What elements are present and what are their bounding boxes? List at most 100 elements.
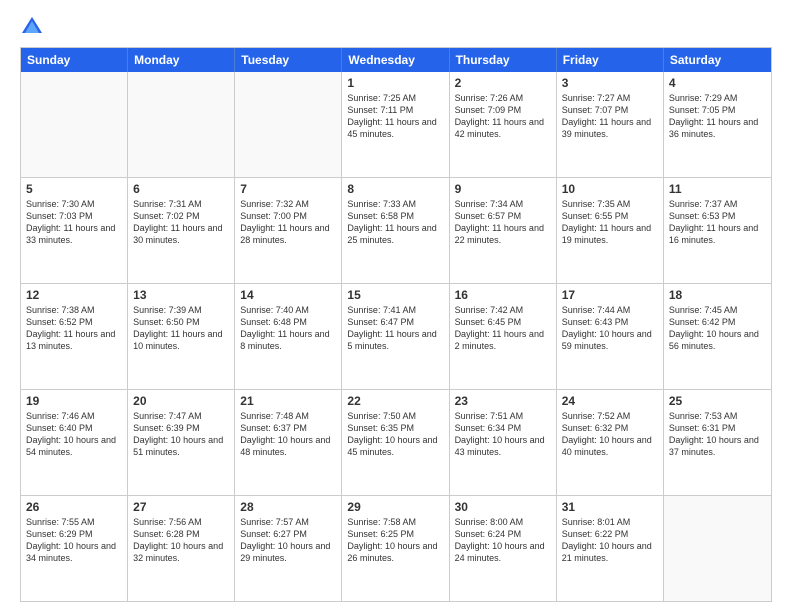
header-day-friday: Friday [557, 48, 664, 72]
header-day-thursday: Thursday [450, 48, 557, 72]
week-row-4: 19Sunrise: 7:46 AMSunset: 6:40 PMDayligh… [21, 389, 771, 495]
header-day-wednesday: Wednesday [342, 48, 449, 72]
day-number: 26 [26, 500, 122, 514]
day-cell-15: 15 Sunrise: 7:41 AMSunset: 6:47 PMDayligh… [342, 284, 449, 389]
day-info: Sunrise: 7:47 AMSunset: 6:39 PMDaylight:… [133, 410, 229, 459]
day-number: 16 [455, 288, 551, 302]
header-day-tuesday: Tuesday [235, 48, 342, 72]
day-number: 21 [240, 394, 336, 408]
calendar-header: SundayMondayTuesdayWednesdayThursdayFrid… [21, 48, 771, 72]
day-info: Sunrise: 7:25 AMSunset: 7:11 PMDaylight:… [347, 92, 443, 141]
day-cell-19: 19Sunrise: 7:46 AMSunset: 6:40 PMDayligh… [21, 390, 128, 495]
day-info: Sunrise: 7:37 AMSunset: 6:53 PMDaylight:… [669, 198, 766, 247]
day-cell-22: 22 Sunrise: 7:50 AMSunset: 6:35 PMDayligh… [342, 390, 449, 495]
header-day-saturday: Saturday [664, 48, 771, 72]
week-row-5: 26Sunrise: 7:55 AMSunset: 6:29 PMDayligh… [21, 495, 771, 601]
calendar-body: 1 Sunrise: 7:25 AMSunset: 7:11 PMDaylight… [21, 72, 771, 601]
day-info: Sunrise: 7:41 AMSunset: 6:47 PMDaylight:… [347, 304, 443, 353]
day-cell-20: 20 Sunrise: 7:47 AMSunset: 6:39 PMDayligh… [128, 390, 235, 495]
day-number: 27 [133, 500, 229, 514]
day-info: Sunrise: 7:45 AMSunset: 6:42 PMDaylight:… [669, 304, 766, 353]
day-number: 18 [669, 288, 766, 302]
day-cell-21: 21 Sunrise: 7:48 AMSunset: 6:37 PMDayligh… [235, 390, 342, 495]
logo-icon [20, 15, 44, 39]
day-cell-16: 16 Sunrise: 7:42 AMSunset: 6:45 PMDayligh… [450, 284, 557, 389]
empty-cell-0-0 [21, 72, 128, 177]
day-info: Sunrise: 7:34 AMSunset: 6:57 PMDaylight:… [455, 198, 551, 247]
header-day-monday: Monday [128, 48, 235, 72]
day-cell-3: 3 Sunrise: 7:27 AMSunset: 7:07 PMDaylight… [557, 72, 664, 177]
day-cell-2: 2 Sunrise: 7:26 AMSunset: 7:09 PMDaylight… [450, 72, 557, 177]
day-cell-1: 1 Sunrise: 7:25 AMSunset: 7:11 PMDaylight… [342, 72, 449, 177]
day-cell-25: 25 Sunrise: 7:53 AMSunset: 6:31 PMDayligh… [664, 390, 771, 495]
day-info: Sunrise: 7:44 AMSunset: 6:43 PMDaylight:… [562, 304, 658, 353]
day-number: 10 [562, 182, 658, 196]
empty-cell-0-1 [128, 72, 235, 177]
day-number: 3 [562, 76, 658, 90]
page: SundayMondayTuesdayWednesdayThursdayFrid… [0, 0, 792, 612]
day-info: Sunrise: 7:50 AMSunset: 6:35 PMDaylight:… [347, 410, 443, 459]
week-row-3: 12Sunrise: 7:38 AMSunset: 6:52 PMDayligh… [21, 283, 771, 389]
day-cell-13: 13 Sunrise: 7:39 AMSunset: 6:50 PMDayligh… [128, 284, 235, 389]
day-cell-9: 9 Sunrise: 7:34 AMSunset: 6:57 PMDaylight… [450, 178, 557, 283]
day-info: Sunrise: 7:51 AMSunset: 6:34 PMDaylight:… [455, 410, 551, 459]
day-number: 6 [133, 182, 229, 196]
day-info: Sunrise: 7:53 AMSunset: 6:31 PMDaylight:… [669, 410, 766, 459]
day-number: 2 [455, 76, 551, 90]
day-info: Sunrise: 7:29 AMSunset: 7:05 PMDaylight:… [669, 92, 766, 141]
empty-cell-4-6 [664, 496, 771, 601]
day-number: 20 [133, 394, 229, 408]
day-number: 4 [669, 76, 766, 90]
header [20, 15, 772, 39]
day-info: Sunrise: 7:26 AMSunset: 7:09 PMDaylight:… [455, 92, 551, 141]
day-info: Sunrise: 7:57 AMSunset: 6:27 PMDaylight:… [240, 516, 336, 565]
day-cell-27: 27Sunrise: 7:56 AMSunset: 6:28 PMDayligh… [128, 496, 235, 601]
day-number: 15 [347, 288, 443, 302]
day-number: 11 [669, 182, 766, 196]
day-info: Sunrise: 7:32 AMSunset: 7:00 PMDaylight:… [240, 198, 336, 247]
day-info: Sunrise: 8:01 AMSunset: 6:22 PMDaylight:… [562, 516, 658, 565]
day-cell-28: 28 Sunrise: 7:57 AMSunset: 6:27 PMDayligh… [235, 496, 342, 601]
day-info: Sunrise: 7:42 AMSunset: 6:45 PMDaylight:… [455, 304, 551, 353]
day-cell-12: 12Sunrise: 7:38 AMSunset: 6:52 PMDayligh… [21, 284, 128, 389]
day-cell-4: 4 Sunrise: 7:29 AMSunset: 7:05 PMDaylight… [664, 72, 771, 177]
day-info: Sunrise: 7:58 AMSunset: 6:25 PMDaylight:… [347, 516, 443, 565]
day-cell-30: 30 Sunrise: 8:00 AMSunset: 6:24 PMDayligh… [450, 496, 557, 601]
day-number: 19 [26, 394, 122, 408]
day-cell-14: 14Sunrise: 7:40 AMSunset: 6:48 PMDayligh… [235, 284, 342, 389]
day-number: 31 [562, 500, 658, 514]
day-cell-11: 11 Sunrise: 7:37 AMSunset: 6:53 PMDayligh… [664, 178, 771, 283]
day-cell-23: 23Sunrise: 7:51 AMSunset: 6:34 PMDayligh… [450, 390, 557, 495]
day-number: 17 [562, 288, 658, 302]
day-cell-10: 10Sunrise: 7:35 AMSunset: 6:55 PMDayligh… [557, 178, 664, 283]
calendar: SundayMondayTuesdayWednesdayThursdayFrid… [20, 47, 772, 602]
day-info: Sunrise: 7:48 AMSunset: 6:37 PMDaylight:… [240, 410, 336, 459]
day-number: 25 [669, 394, 766, 408]
day-number: 30 [455, 500, 551, 514]
logo [20, 15, 48, 39]
day-info: Sunrise: 7:30 AMSunset: 7:03 PMDaylight:… [26, 198, 122, 247]
day-cell-29: 29 Sunrise: 7:58 AMSunset: 6:25 PMDayligh… [342, 496, 449, 601]
week-row-2: 5Sunrise: 7:30 AMSunset: 7:03 PMDaylight… [21, 177, 771, 283]
day-number: 1 [347, 76, 443, 90]
day-cell-8: 8 Sunrise: 7:33 AMSunset: 6:58 PMDaylight… [342, 178, 449, 283]
day-cell-18: 18 Sunrise: 7:45 AMSunset: 6:42 PMDayligh… [664, 284, 771, 389]
day-number: 28 [240, 500, 336, 514]
header-day-sunday: Sunday [21, 48, 128, 72]
day-info: Sunrise: 7:33 AMSunset: 6:58 PMDaylight:… [347, 198, 443, 247]
day-cell-17: 17 Sunrise: 7:44 AMSunset: 6:43 PMDayligh… [557, 284, 664, 389]
day-number: 22 [347, 394, 443, 408]
day-cell-31: 31 Sunrise: 8:01 AMSunset: 6:22 PMDayligh… [557, 496, 664, 601]
day-number: 7 [240, 182, 336, 196]
day-number: 24 [562, 394, 658, 408]
day-cell-7: 7 Sunrise: 7:32 AMSunset: 7:00 PMDaylight… [235, 178, 342, 283]
day-cell-6: 6Sunrise: 7:31 AMSunset: 7:02 PMDaylight… [128, 178, 235, 283]
day-number: 9 [455, 182, 551, 196]
day-number: 13 [133, 288, 229, 302]
day-info: Sunrise: 7:27 AMSunset: 7:07 PMDaylight:… [562, 92, 658, 141]
day-info: Sunrise: 8:00 AMSunset: 6:24 PMDaylight:… [455, 516, 551, 565]
day-info: Sunrise: 7:40 AMSunset: 6:48 PMDaylight:… [240, 304, 336, 353]
day-number: 8 [347, 182, 443, 196]
day-number: 29 [347, 500, 443, 514]
day-info: Sunrise: 7:39 AMSunset: 6:50 PMDaylight:… [133, 304, 229, 353]
